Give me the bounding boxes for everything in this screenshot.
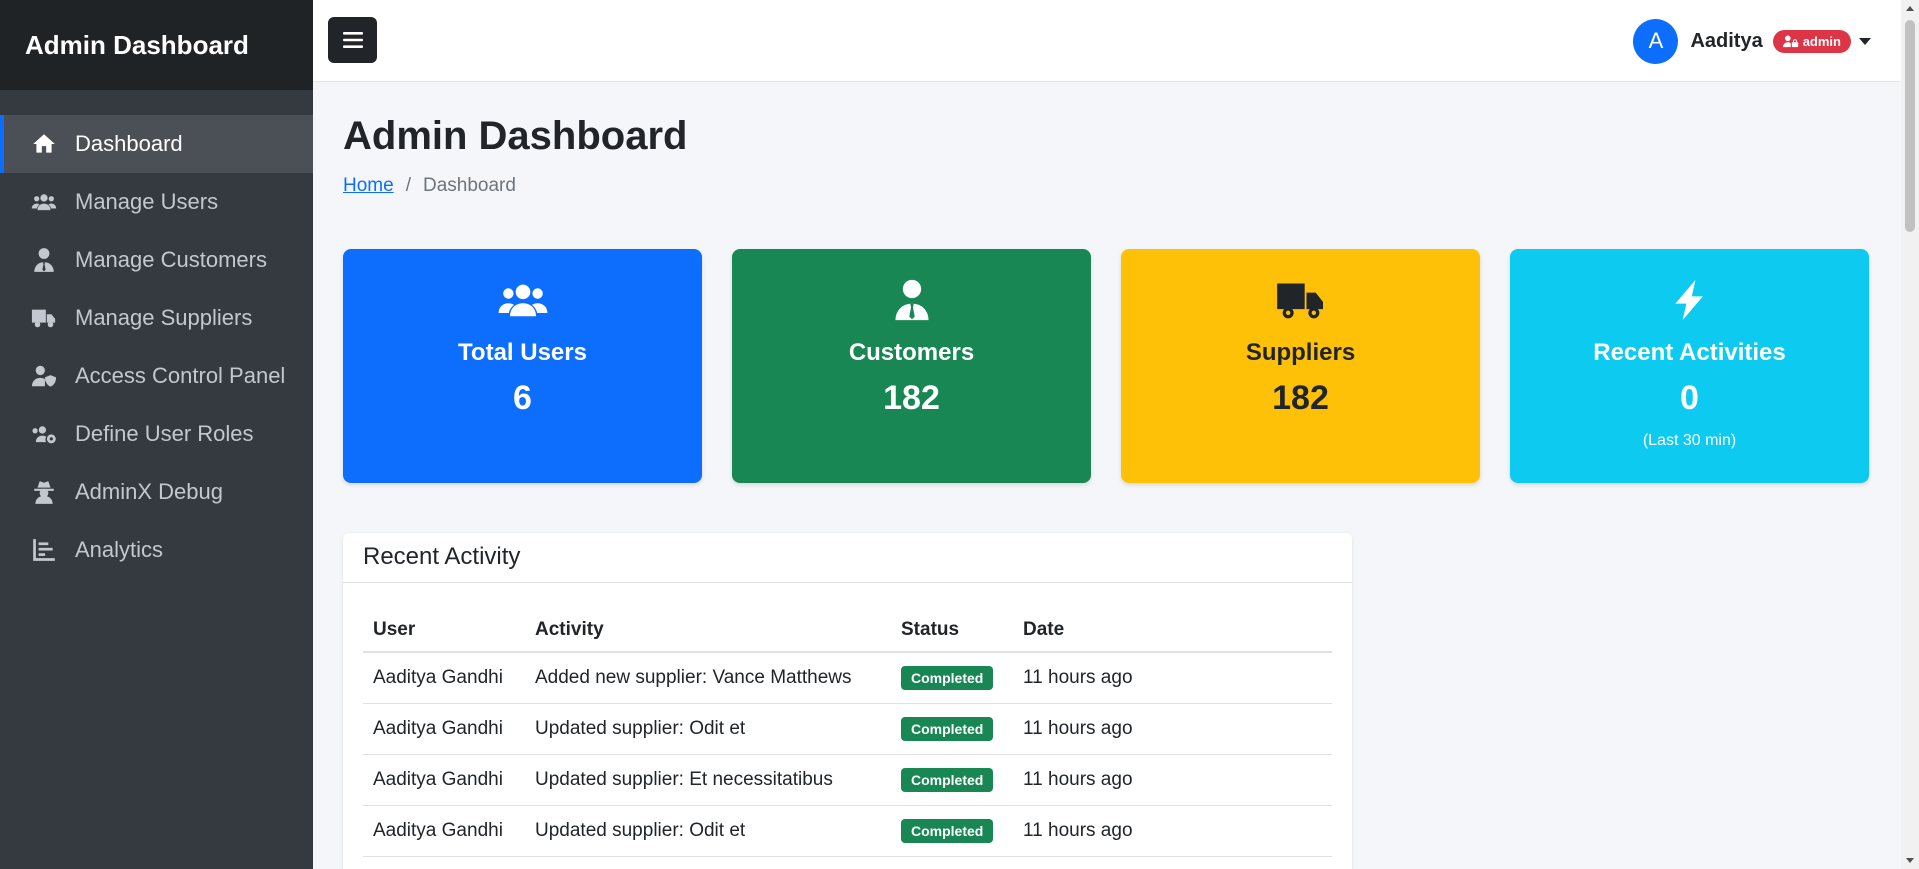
sidebar-item-define-user-roles[interactable]: Define User Roles [0,405,313,463]
scrollbar-thumb[interactable] [1905,20,1915,232]
top-navbar: A Aaditya admin [313,0,1901,82]
cell-date: 11 hours ago [1013,652,1332,704]
table-row: Aaditya Gandhi Updated supplier: Odit et… [363,703,1332,755]
user-lock-icon [1782,35,1798,47]
cell-date: 11 hours ago [1013,703,1332,755]
hamburger-icon [342,32,363,48]
sidebar-item-dashboard[interactable]: Dashboard [0,115,313,173]
main-content: Admin Dashboard Home / Dashboard Total U… [343,82,1873,869]
user-shield-icon [29,361,59,391]
stat-card-title: Customers [848,339,975,366]
avatar: A [1633,18,1679,64]
status-badge: Completed [901,767,994,792]
status-badge: Completed [901,716,994,741]
status-badge: Completed [901,665,994,690]
cell-user: Aaditya Gandhi [363,652,525,704]
cell-status: Completed [891,805,1013,857]
scroll-up-arrow-icon[interactable] [1906,6,1914,11]
sidebar-item-access-control-panel[interactable]: Access Control Panel [0,347,313,405]
stat-card-note: (Last 30 min) [1642,432,1737,449]
cell-status: Completed [891,652,1013,704]
truck-icon [29,303,59,333]
stat-card-value: 182 [883,379,940,417]
stat-card-value: 182 [1272,379,1329,417]
sidebar-nav: Dashboard Manage Users Manage Customers … [0,115,313,579]
cell-user: Aaditya Gandhi [363,703,525,755]
column-header-activity: Activity [525,605,891,653]
cell-status: Completed [891,754,1013,806]
stat-card-title: Recent Activities [1593,339,1786,366]
sidebar-item-analytics[interactable]: Analytics [0,521,313,579]
stat-card-customers[interactable]: Customers 182 [732,249,1091,483]
table-row: Aaditya Gandhi Added new supplier: Vance… [363,652,1332,704]
sidebar-item-label: Manage Users [75,189,219,214]
table-header-row: User Activity Status Date [363,605,1332,653]
recent-activity-panel: Recent Activity User Activity Status Dat… [343,533,1352,869]
truck-icon [1275,277,1327,323]
cell-user: Aaditya Gandhi [363,805,525,857]
sidebar-toggle-button[interactable] [328,17,377,63]
sidebar-item-label: Define User Roles [75,421,254,446]
table-row: Aaditya Gandhi Updated supplier: Odit et… [363,805,1332,857]
stat-card-title: Total Users [458,339,587,366]
sidebar-item-label: Analytics [75,537,164,562]
users-icon [29,187,59,217]
role-badge: admin [1772,29,1851,53]
column-header-status: Status [891,605,1013,653]
stat-card-value: 0 [1680,379,1699,417]
breadcrumb: Home / Dashboard [343,175,1873,197]
user-name: Aaditya [1690,29,1763,52]
sidebar-item-adminx-debug[interactable]: AdminX Debug [0,463,313,521]
user-tie-icon [29,245,59,275]
column-header-date: Date [1013,605,1332,653]
users-icon [497,277,549,323]
breadcrumb-home-link[interactable]: Home [343,175,394,197]
sidebar-item-label: AdminX Debug [75,479,223,504]
sidebar-item-manage-suppliers[interactable]: Manage Suppliers [0,289,313,347]
stat-card-recent-activities[interactable]: Recent Activities 0 (Last 30 min) [1510,249,1869,483]
user-menu-dropdown[interactable]: A Aaditya admin [1633,18,1871,64]
user-secret-icon [29,477,59,507]
stat-card-suppliers[interactable]: Suppliers 182 [1121,249,1480,483]
cell-activity: Updated supplier: Odit et [525,805,891,857]
sidebar-item-manage-users[interactable]: Manage Users [0,173,313,231]
stat-card-title: Suppliers [1245,339,1356,366]
stat-card-value: 6 [513,379,532,417]
breadcrumb-separator: / [405,175,411,196]
brand-title[interactable]: Admin Dashboard [0,0,313,90]
breadcrumb-current: Dashboard [422,175,516,196]
status-badge: Completed [901,818,994,843]
cell-activity: Updated supplier: Et necessitatibus [525,754,891,806]
user-tie-icon [886,277,938,323]
sidebar-item-label: Manage Suppliers [75,305,253,330]
cell-user: Aaditya Gandhi [363,754,525,806]
sidebar-item-label: Manage Customers [75,247,267,272]
panel-title: Recent Activity [343,533,1352,583]
cell-date: 11 hours ago [1013,805,1332,857]
column-header-user: User [363,605,525,653]
app-root: Admin Dashboard Dashboard Manage Users M… [0,0,1919,869]
users-cog-icon [29,419,59,449]
home-icon [29,129,59,159]
cell-status: Completed [891,703,1013,755]
sidebar-item-manage-customers[interactable]: Manage Customers [0,231,313,289]
stat-card-total-users[interactable]: Total Users 6 [343,249,702,483]
scroll-down-arrow-icon[interactable] [1906,858,1914,863]
sidebar-item-label: Dashboard [75,131,183,156]
cell-activity: Updated supplier: Odit et [525,703,891,755]
cell-activity: Added new supplier: Vance Matthews [525,652,891,704]
bolt-icon [1664,277,1716,323]
cell-date: 11 hours ago [1013,754,1332,806]
page-scrollbar[interactable] [1901,0,1919,869]
recent-activity-table: User Activity Status Date Aaditya Gandhi… [363,605,1332,857]
page-title: Admin Dashboard [343,114,688,158]
sidebar-item-label: Access Control Panel [75,363,286,388]
stat-cards: Total Users 6 Customers 182 Suppliers 18… [343,249,1873,483]
chart-bar-icon [29,535,59,565]
sidebar: Admin Dashboard Dashboard Manage Users M… [0,0,313,869]
role-badge-label: admin [1802,33,1841,49]
chevron-down-icon [1859,37,1871,45]
table-row: Aaditya Gandhi Updated supplier: Et nece… [363,754,1332,806]
